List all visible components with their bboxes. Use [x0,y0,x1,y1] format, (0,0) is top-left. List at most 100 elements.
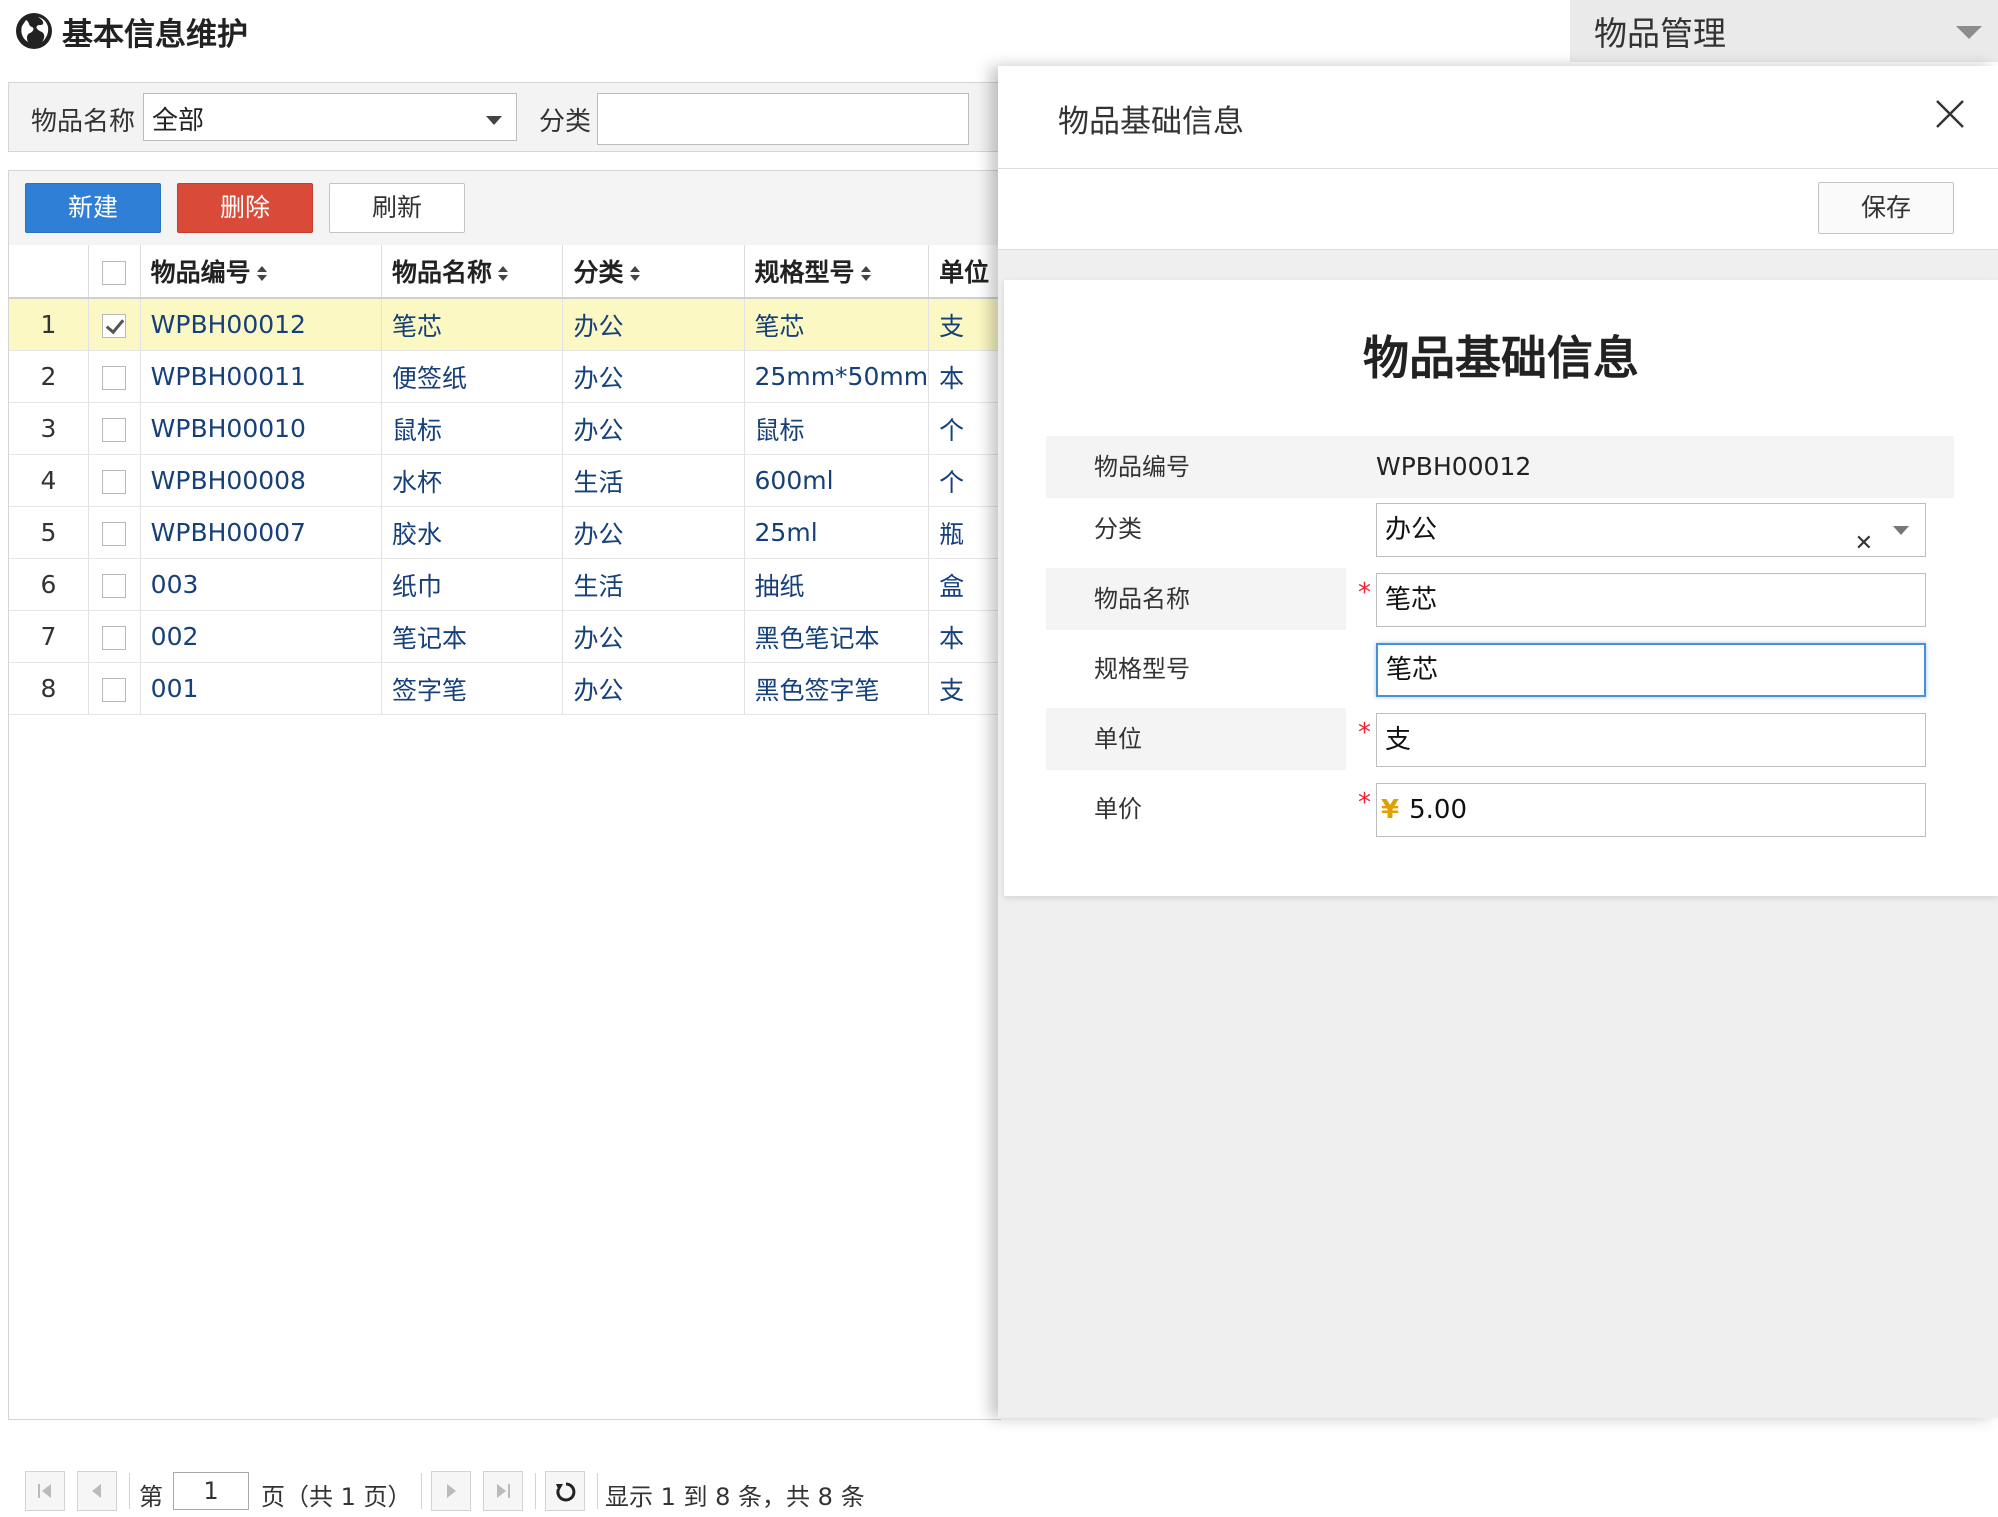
filter-name-select[interactable]: 全部 [143,93,517,141]
column-header-name[interactable]: 物品名称 [381,245,564,299]
page-title-area: 基本信息维护 [14,6,248,56]
item-grid: 新建 删除 刷新 物品编号 物品名称 分类 规格型号 单位 1 WPBH0001… [8,170,1001,1511]
row-checkbox[interactable] [102,522,127,546]
table-row[interactable]: 1 WPBH00012 笔芯 办公 笔芯 支 [9,298,1001,351]
delete-button[interactable]: 删除 [177,183,313,233]
cell-unit: 本 [928,350,1001,403]
dropdown-arrow-icon [486,116,502,125]
filter-bar: 物品名称 全部 分类 [8,82,1002,152]
filter-category-input[interactable] [597,93,969,145]
spec-input[interactable]: 笔芯 [1376,643,1926,697]
table-row[interactable]: 2 WPBH00011 便签纸 办公 25mm*50mm 本 [9,350,1001,403]
form-row-price: 单价 * ¥5.00 [1046,778,1954,840]
chevron-down-icon[interactable] [1893,526,1909,535]
last-page-icon [497,1484,510,1498]
required-asterisk: * [1358,788,1371,818]
row-checkbox-cell[interactable] [88,298,141,351]
field-label: 单价 [1046,778,1346,840]
table-row[interactable]: 3 WPBH00010 鼠标 办公 鼠标 个 [9,402,1001,455]
cell-unit: 支 [928,662,1001,715]
row-number: 1 [9,298,89,351]
column-header-code[interactable]: 物品编号 [140,245,382,299]
table-row[interactable]: 5 WPBH00007 胶水 办公 25ml 瓶 [9,506,1001,559]
cell-spec: 黑色笔记本 [744,610,930,663]
column-header-spec[interactable]: 规格型号 [744,245,930,299]
sort-icon [860,266,871,282]
row-checkbox[interactable] [102,366,127,390]
row-checkbox[interactable] [102,418,127,442]
row-checkbox-cell[interactable] [88,454,141,507]
field-label: 单位 [1046,708,1346,770]
cell-name: 笔芯 [381,298,564,351]
module-select-value: 物品管理 [1594,14,1726,53]
new-button[interactable]: 新建 [25,183,161,233]
row-checkbox-cell[interactable] [88,662,141,715]
form-row-category: 分类 办公 ✕ [1046,498,1954,560]
pager-summary: 显示 1 到 8 条，共 8 条 [605,1483,865,1511]
rownum-header [9,245,89,299]
row-checkbox[interactable] [102,678,127,702]
name-input[interactable]: 笔芯 [1376,573,1926,627]
row-number: 3 [9,402,89,455]
table-row[interactable]: 8 001 签字笔 办公 黑色签字笔 支 [9,662,1001,715]
table-row[interactable]: 4 WPBH00008 水杯 生活 600ml 个 [9,454,1001,507]
prev-page-button[interactable] [77,1471,117,1511]
reload-button[interactable] [545,1471,585,1511]
cell-spec: 黑色签字笔 [744,662,930,715]
form-row-code: 物品编号 WPBH00012 [1046,436,1954,498]
save-button[interactable]: 保存 [1818,182,1954,234]
close-icon[interactable] [1932,96,1968,132]
filter-name-label: 物品名称 [31,107,136,137]
refresh-button[interactable]: 刷新 [329,183,465,233]
row-checkbox[interactable] [102,574,127,598]
cell-unit: 盒 [928,558,1001,611]
filter-name-value: 全部 [152,106,205,136]
cell-unit: 个 [928,454,1001,507]
required-asterisk: * [1358,578,1371,608]
pager-divider [421,1473,422,1509]
last-page-button[interactable] [483,1471,523,1511]
chevron-down-icon [1956,26,1982,39]
row-checkbox-cell[interactable] [88,402,141,455]
select-all-cell[interactable] [88,245,141,299]
row-checkbox[interactable] [102,470,127,494]
row-number: 7 [9,610,89,663]
field-label: 物品名称 [1046,568,1346,630]
table-row[interactable]: 7 002 笔记本 办公 黑色笔记本 本 [9,610,1001,663]
column-header-category[interactable]: 分类 [562,245,745,299]
panel-header: 物品基础信息 [998,66,1998,169]
cell-spec: 25ml [744,506,930,559]
cell-name: 便签纸 [381,350,564,403]
first-page-button[interactable] [25,1471,65,1511]
row-checkbox[interactable] [102,626,127,650]
unit-input[interactable]: 支 [1376,713,1926,767]
clear-icon[interactable]: ✕ [1855,518,1873,570]
item-table: 物品编号 物品名称 分类 规格型号 单位 1 WPBH00012 笔芯 办公 笔… [9,245,1001,715]
page-suffix: 页（共 1 页） [261,1483,412,1511]
module-select[interactable]: 物品管理 [1570,0,1998,62]
next-page-button[interactable] [431,1471,471,1511]
cell-unit: 支 [928,298,1001,351]
cell-code: WPBH00010 [140,402,382,455]
currency-icon: ¥ [1381,795,1400,825]
table-row[interactable]: 6 003 纸巾 生活 抽纸 盒 [9,558,1001,611]
top-header: 基本信息维护 物品管理 [0,0,1998,69]
row-checkbox-cell[interactable] [88,350,141,403]
category-select[interactable]: 办公 ✕ [1376,503,1926,557]
select-all-checkbox[interactable] [102,260,127,285]
price-input[interactable]: ¥5.00 [1376,783,1926,837]
cell-category: 办公 [562,298,745,351]
sort-icon [629,266,640,282]
row-number: 4 [9,454,89,507]
pager-divider [129,1473,130,1509]
cell-category: 生活 [562,454,745,507]
row-checkbox-cell[interactable] [88,558,141,611]
cell-code: 001 [140,662,382,715]
field-label: 物品编号 [1046,436,1346,498]
row-checkbox-cell[interactable] [88,610,141,663]
row-checkbox[interactable] [102,314,127,338]
form-row-unit: 单位 * 支 [1046,708,1954,770]
row-checkbox-cell[interactable] [88,506,141,559]
column-header-unit[interactable]: 单位 [928,245,1001,299]
page-number-input[interactable]: 1 [173,1472,249,1510]
